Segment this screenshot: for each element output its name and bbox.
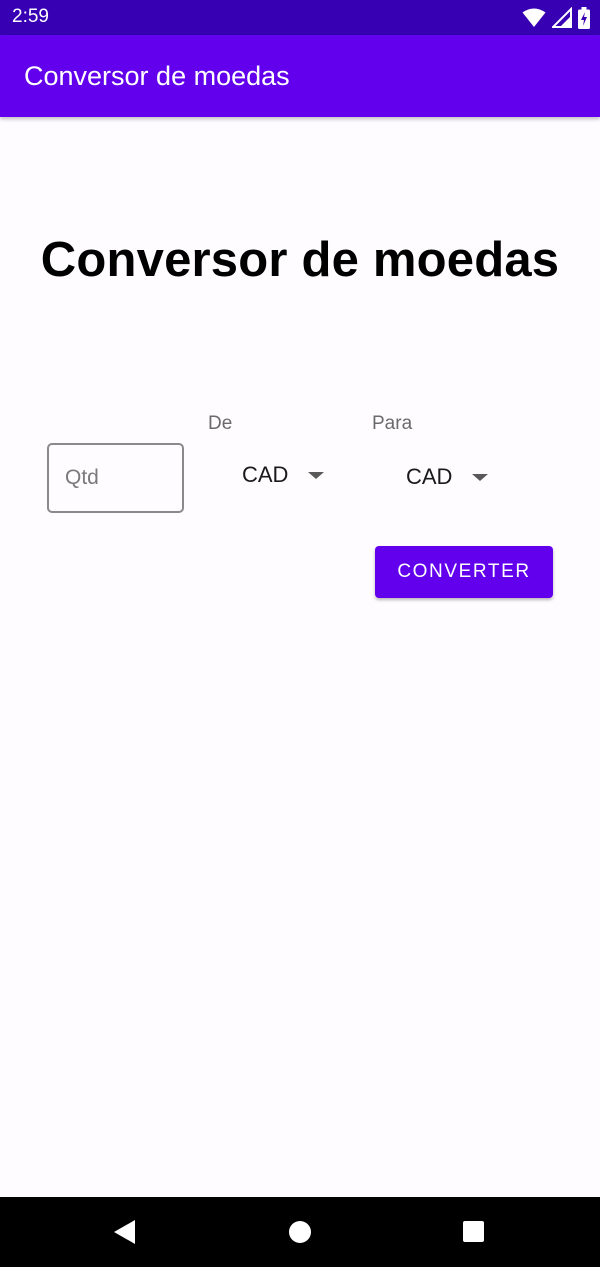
- to-currency-spinner[interactable]: CAD: [406, 457, 489, 497]
- dropdown-arrow-icon: [472, 473, 489, 481]
- app-bar: Conversor de moedas: [0, 35, 600, 117]
- recents-icon[interactable]: [463, 1221, 484, 1242]
- wifi-icon: [522, 7, 546, 29]
- back-icon[interactable]: [114, 1220, 135, 1244]
- page-title: Conversor de moedas: [40, 233, 560, 287]
- status-bar: 2:59: [0, 0, 600, 35]
- app-bar-title: Conversor de moedas: [24, 61, 290, 91]
- convert-button[interactable]: CONVERTER: [375, 546, 553, 598]
- signal-icon: [550, 6, 572, 29]
- navigation-bar: [0, 1197, 600, 1267]
- from-label: De: [208, 413, 233, 434]
- from-currency-spinner[interactable]: CAD: [242, 455, 325, 495]
- to-currency-value: CAD: [406, 464, 453, 489]
- dropdown-arrow-icon: [308, 471, 325, 479]
- to-label: Para: [372, 413, 413, 434]
- from-currency-value: CAD: [242, 462, 289, 487]
- home-icon[interactable]: [289, 1221, 311, 1243]
- status-time: 2:59: [12, 6, 49, 27]
- quantity-input[interactable]: [47, 443, 184, 513]
- status-icons: [522, 6, 590, 29]
- battery-charging-icon: [578, 7, 590, 29]
